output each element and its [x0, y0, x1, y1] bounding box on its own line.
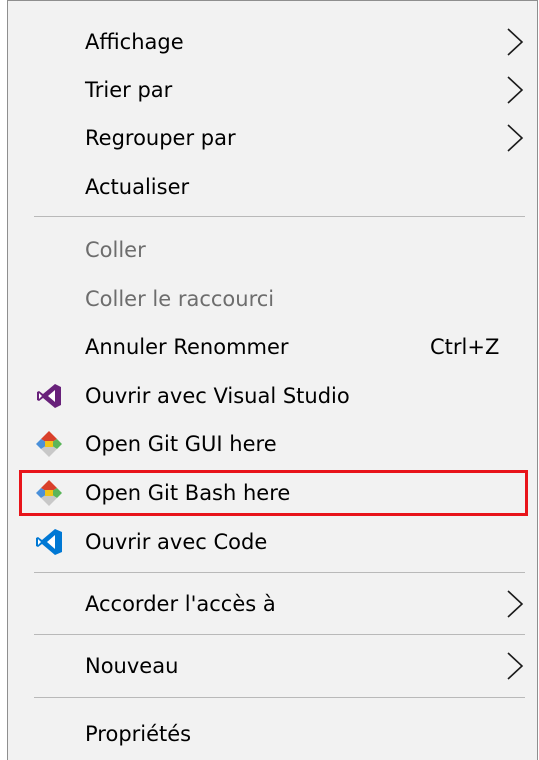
- chevron-right-icon: [507, 124, 524, 152]
- menu-item-annuler-renommer[interactable]: Annuler Renommer Ctrl+Z: [8, 325, 537, 369]
- vscode-icon: [36, 529, 62, 555]
- menu-separator: [34, 572, 525, 573]
- menu-item-regrouper-par[interactable]: Regrouper par: [8, 116, 537, 160]
- chevron-right-icon: [507, 590, 524, 618]
- chevron-right-icon: [507, 28, 524, 56]
- menu-item-label: Accorder l'accès à: [85, 592, 276, 616]
- chevron-right-icon: [507, 652, 524, 680]
- menu-item-trier-par[interactable]: Trier par: [8, 68, 537, 112]
- menu-item-label: Coller: [85, 238, 146, 262]
- menu-item-ouvrir-code[interactable]: Ouvrir avec Code: [8, 520, 537, 564]
- menu-item-open-git-gui[interactable]: Open Git GUI here: [8, 422, 537, 466]
- menu-separator: [34, 216, 525, 217]
- menu-item-affichage[interactable]: Affichage: [8, 20, 537, 64]
- highlight-box: [19, 470, 528, 516]
- menu-item-label: Propriétés: [85, 722, 192, 746]
- menu-item-accorder-acces[interactable]: Accorder l'accès à: [8, 582, 537, 626]
- menu-item-actualiser[interactable]: Actualiser: [8, 165, 537, 209]
- menu-item-coller-raccourci: Coller le raccourci: [8, 277, 537, 321]
- menu-item-label: Annuler Renommer: [85, 335, 289, 359]
- menu-item-label: Ouvrir avec Visual Studio: [85, 384, 350, 408]
- menu-item-label: Coller le raccourci: [85, 287, 275, 311]
- menu-item-label: Trier par: [85, 78, 173, 102]
- menu-item-ouvrir-visual-studio[interactable]: Ouvrir avec Visual Studio: [8, 374, 537, 418]
- menu-item-label: Affichage: [85, 30, 184, 54]
- menu-separator: [34, 634, 525, 635]
- menu-item-label: Nouveau: [85, 654, 179, 678]
- shortcut-text: Ctrl+Z: [430, 335, 500, 359]
- menu-item-label: Open Git GUI here: [85, 432, 277, 456]
- menu-item-label: Actualiser: [85, 175, 190, 199]
- menu-item-label: Ouvrir avec Code: [85, 530, 268, 554]
- visual-studio-icon: [37, 384, 61, 408]
- menu-item-coller: Coller: [8, 228, 537, 272]
- git-icon: [36, 431, 62, 457]
- menu-separator: [34, 697, 525, 698]
- menu-item-label: Regrouper par: [85, 126, 236, 150]
- context-menu: Affichage Trier par Regrouper par Actual…: [7, 0, 538, 760]
- menu-item-nouveau[interactable]: Nouveau: [8, 644, 537, 688]
- menu-item-proprietes[interactable]: Propriétés: [8, 712, 537, 756]
- chevron-right-icon: [507, 76, 524, 104]
